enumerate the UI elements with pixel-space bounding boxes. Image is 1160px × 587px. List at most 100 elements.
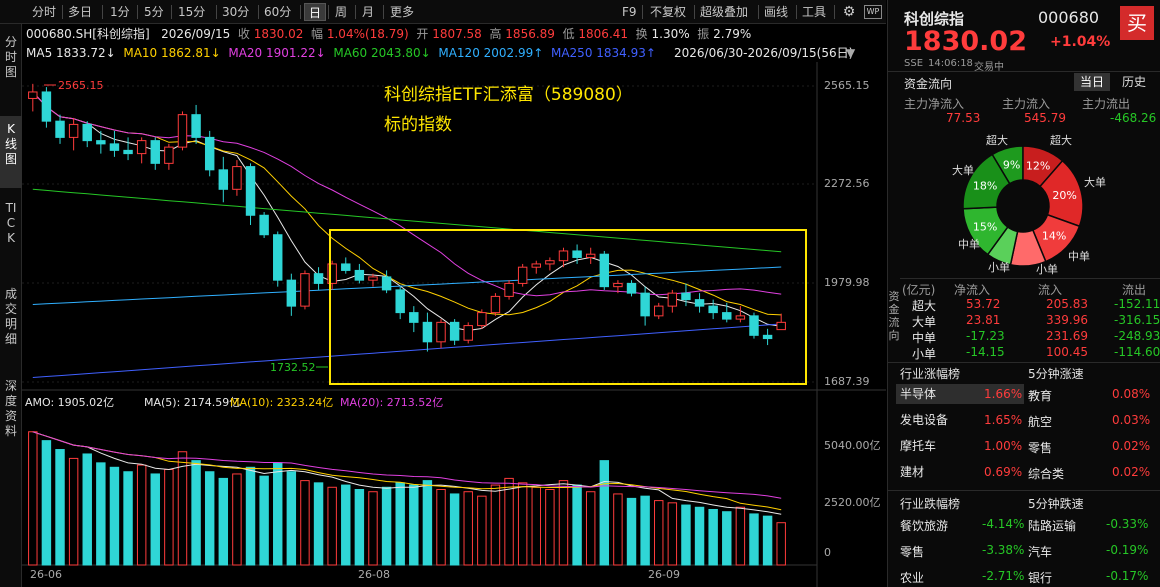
- candle-up[interactable]: [504, 282, 514, 297]
- candle-up[interactable]: [531, 263, 541, 268]
- candle-down[interactable]: [708, 305, 718, 314]
- volume-bar[interactable]: [545, 489, 555, 566]
- tab-month[interactable]: 月: [358, 3, 378, 21]
- volume-bar[interactable]: [381, 486, 392, 566]
- wp-icon[interactable]: WP: [864, 5, 882, 19]
- candle-up[interactable]: [28, 91, 38, 99]
- volume-bar[interactable]: [136, 464, 147, 566]
- candle-down[interactable]: [218, 169, 229, 190]
- candle-down[interactable]: [749, 315, 759, 336]
- volume-bar[interactable]: [300, 480, 310, 566]
- volume-bar[interactable]: [422, 480, 433, 566]
- candle-down[interactable]: [722, 312, 732, 320]
- fall-industry-name[interactable]: 零售: [900, 543, 924, 560]
- candle-down[interactable]: [55, 120, 65, 138]
- candle-down[interactable]: [313, 273, 324, 284]
- volume-bar[interactable]: [735, 506, 746, 566]
- candle-up[interactable]: [232, 166, 242, 190]
- tab-week[interactable]: 周: [331, 3, 351, 21]
- volume-bar[interactable]: [327, 486, 337, 566]
- no-adjust-button[interactable]: 不复权: [646, 3, 690, 21]
- candle-down[interactable]: [150, 140, 160, 164]
- candle-up[interactable]: [68, 123, 79, 138]
- candle-down[interactable]: [572, 250, 582, 258]
- volume-bar[interactable]: [409, 484, 419, 566]
- candle-down[interactable]: [599, 253, 610, 288]
- candle-down[interactable]: [626, 282, 637, 294]
- volume-bar[interactable]: [204, 471, 215, 566]
- volume-bar[interactable]: [463, 491, 473, 566]
- volume-bar[interactable]: [449, 493, 460, 566]
- volume-bar[interactable]: [722, 511, 732, 566]
- candle-up[interactable]: [368, 276, 378, 281]
- f9-button[interactable]: F9: [618, 3, 641, 21]
- volume-bar[interactable]: [164, 469, 174, 566]
- candle-up[interactable]: [300, 273, 310, 307]
- volume-bar[interactable]: [191, 460, 201, 566]
- candle-up[interactable]: [490, 295, 501, 314]
- candle-down[interactable]: [273, 234, 283, 281]
- volume-bar[interactable]: [341, 484, 351, 566]
- candle-up[interactable]: [477, 312, 487, 327]
- draw-line-button[interactable]: 画线: [760, 3, 792, 21]
- volume-bar[interactable]: [776, 522, 786, 566]
- volume-bar[interactable]: [749, 513, 759, 566]
- tab-day[interactable]: 日: [304, 3, 327, 21]
- candle-down[interactable]: [245, 166, 256, 216]
- candle-down[interactable]: [762, 334, 773, 340]
- volume-bar[interactable]: [177, 451, 188, 566]
- fall-speed-name[interactable]: 陆路运输: [1028, 517, 1076, 534]
- volume-bar[interactable]: [41, 440, 52, 566]
- candle-down[interactable]: [395, 289, 405, 314]
- candle-up[interactable]: [613, 282, 623, 288]
- candle-down[interactable]: [123, 149, 133, 155]
- candle-up[interactable]: [517, 266, 528, 284]
- volume-bar[interactable]: [123, 471, 133, 566]
- volume-bar[interactable]: [490, 484, 501, 566]
- fall-industry-name[interactable]: 农业: [900, 569, 924, 586]
- candle-up[interactable]: [164, 146, 174, 164]
- volume-bar[interactable]: [395, 482, 405, 566]
- tab-60min[interactable]: 60分: [260, 3, 295, 21]
- volume-bar[interactable]: [245, 466, 256, 566]
- rise-speed-name[interactable]: 零售: [1028, 439, 1052, 456]
- candle-down[interactable]: [381, 276, 392, 291]
- volume-bar[interactable]: [68, 457, 79, 566]
- candle-up[interactable]: [735, 315, 746, 320]
- tab-intraday[interactable]: 分时: [28, 3, 60, 21]
- candle-up[interactable]: [463, 325, 473, 341]
- rise-speed-name[interactable]: 教育: [1028, 387, 1052, 404]
- nav-intraday[interactable]: 分时图: [0, 32, 22, 90]
- candle-down[interactable]: [109, 143, 120, 151]
- chevron-down-icon[interactable]: ▼: [846, 44, 855, 62]
- fall-industry-name[interactable]: 餐饮旅游: [900, 517, 948, 534]
- candle-down[interactable]: [354, 269, 365, 281]
- volume-bar[interactable]: [218, 477, 229, 566]
- nav-trade-detail[interactable]: 成交明细: [0, 284, 22, 366]
- candle-down[interactable]: [259, 214, 269, 236]
- candle-down[interactable]: [449, 321, 460, 341]
- tab-1min[interactable]: 1分: [106, 3, 134, 21]
- volume-bar[interactable]: [517, 482, 528, 566]
- candle-down[interactable]: [96, 140, 106, 145]
- volume-bar[interactable]: [259, 475, 269, 566]
- candle-down[interactable]: [409, 312, 419, 323]
- candle-up[interactable]: [545, 260, 555, 265]
- candle-down[interactable]: [286, 279, 297, 307]
- volume-bar[interactable]: [109, 466, 120, 566]
- nav-kline[interactable]: K线图: [0, 116, 22, 188]
- gear-icon[interactable]: ⚙: [840, 3, 858, 21]
- volume-bar[interactable]: [654, 500, 664, 566]
- volume-bar[interactable]: [681, 504, 691, 566]
- volume-bar[interactable]: [694, 506, 705, 566]
- rise-speed-name[interactable]: 综合类: [1028, 465, 1064, 482]
- tab-multi-day[interactable]: 多日: [64, 3, 96, 21]
- candle-down[interactable]: [681, 292, 691, 301]
- volume-bar[interactable]: [232, 473, 242, 566]
- volume-bar[interactable]: [368, 491, 378, 566]
- date-range[interactable]: 2026/06/30-2026/09/15(56日): [674, 44, 853, 62]
- kline-chart[interactable]: 科创综指ETF汇添富（589080） 标的指数 2565.15 1732.52 …: [22, 62, 886, 587]
- volume-bar[interactable]: [82, 453, 92, 566]
- volume-bar[interactable]: [436, 489, 446, 566]
- volume-bar[interactable]: [150, 473, 160, 566]
